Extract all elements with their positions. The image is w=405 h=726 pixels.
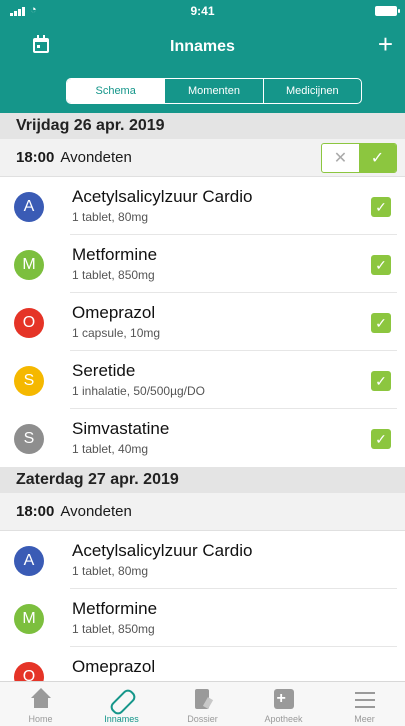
medication-avatar: O [14,308,44,338]
moment-row: 18:00 Avondeten [0,493,405,531]
reject-all-button[interactable]: ✕ [322,144,359,172]
moment-time: 18:00 [16,149,55,166]
medication-name: Omeprazol [72,303,156,322]
taken-checkbox[interactable]: ✓ [371,313,391,333]
moment-row: 18:00 Avondeten ✕ ✓ [0,139,405,177]
medication-row[interactable]: O Omeprazol 1 capsule, 10mg ✓ [0,293,405,351]
medication-dose: 1 tablet, 40mg [72,442,149,456]
medication-row[interactable]: A Acetylsalicylzuur Cardio 1 tablet, 80m… [0,531,405,589]
medication-avatar: S [14,424,44,454]
battery-icon [375,6,400,16]
schedule-list[interactable]: Vrijdag 26 apr. 2019 18:00 Avondeten ✕ ✓… [0,113,405,681]
medication-row[interactable]: M Metformine 1 tablet, 850mg ✓ [0,235,405,293]
moment-label: Avondeten [60,503,132,520]
medication-name: Acetylsalicylzuur Cardio [72,187,253,206]
moment-time: 18:00 [16,503,55,520]
tab-label: Meer [354,714,375,724]
tab-label: Home [28,714,53,724]
dossier-icon [191,688,215,712]
app-header: ◔ 9:41 Innames + Schema Momenten Medicij… [0,0,405,113]
medication-avatar: S [14,366,44,396]
taken-checkbox[interactable]: ✓ [371,429,391,449]
day-header: Vrijdag 26 apr. 2019 [0,113,405,139]
moment-label: Avondeten [60,149,132,166]
taken-checkbox[interactable]: ✓ [371,255,391,275]
page-title: Innames [170,38,235,55]
pharmacy-icon: + [272,688,296,712]
view-segmented-control: Schema Momenten Medicijnen [66,78,362,104]
moment-intake-toggle: ✕ ✓ [321,143,397,173]
medication-dose: 1 tablet, 80mg [72,564,149,578]
medication-row[interactable]: O Omeprazol [0,647,405,681]
taken-checkbox[interactable]: ✓ [371,197,391,217]
medication-avatar: M [14,604,44,634]
medication-dose: 1 tablet, 80mg [72,210,149,224]
tab-label: Apotheek [264,714,303,724]
medication-avatar: A [14,546,44,576]
status-bar: ◔ 9:41 [0,0,405,22]
day-header: Zaterdag 27 apr. 2019 [0,467,405,493]
medication-name: Metformine [72,599,158,618]
tab-bar: Home Innames Dossier + Apotheek Meer [0,681,405,726]
pill-icon [110,688,134,712]
medication-row[interactable]: M Metformine 1 tablet, 850mg [0,589,405,647]
tab-label: Dossier [187,714,218,724]
tab-home[interactable]: Home [0,682,81,726]
medication-name: Simvastatine [72,419,170,438]
status-time: 9:41 [190,4,215,18]
tab-apotheek[interactable]: + Apotheek [243,682,324,726]
medication-name: Metformine [72,245,158,264]
tab-dossier[interactable]: Dossier [162,682,243,726]
medication-row[interactable]: A Acetylsalicylzuur Cardio 1 tablet, 80m… [0,177,405,235]
segment-schema[interactable]: Schema [67,79,165,103]
medication-name: Seretide [72,361,136,380]
tab-innames[interactable]: Innames [81,682,162,726]
confirm-all-button[interactable]: ✓ [359,144,396,172]
nav-bar: Innames + [0,28,405,68]
tab-label: Innames [104,714,139,724]
add-button[interactable]: + [378,31,393,57]
medication-avatar: M [14,250,44,280]
tab-meer[interactable]: Meer [324,682,405,726]
segment-medicijnen[interactable]: Medicijnen [262,79,361,103]
taken-checkbox[interactable]: ✓ [371,371,391,391]
medication-dose: 1 inhalatie, 50/500µg/DO [72,384,206,398]
medication-row[interactable]: S Seretide 1 inhalatie, 50/500µg/DO ✓ [0,351,405,409]
segment-momenten[interactable]: Momenten [164,79,262,103]
medication-dose: 1 tablet, 850mg [72,622,155,636]
medication-avatar: A [14,192,44,222]
medication-avatar: O [14,662,44,681]
medication-dose: 1 tablet, 850mg [72,268,155,282]
medication-row[interactable]: S Simvastatine 1 tablet, 40mg ✓ [0,409,405,467]
medication-name: Acetylsalicylzuur Cardio [72,541,253,560]
medication-dose: 1 capsule, 10mg [72,326,161,340]
menu-icon [353,688,377,712]
medication-name: Omeprazol [72,657,156,676]
home-icon [29,688,53,712]
